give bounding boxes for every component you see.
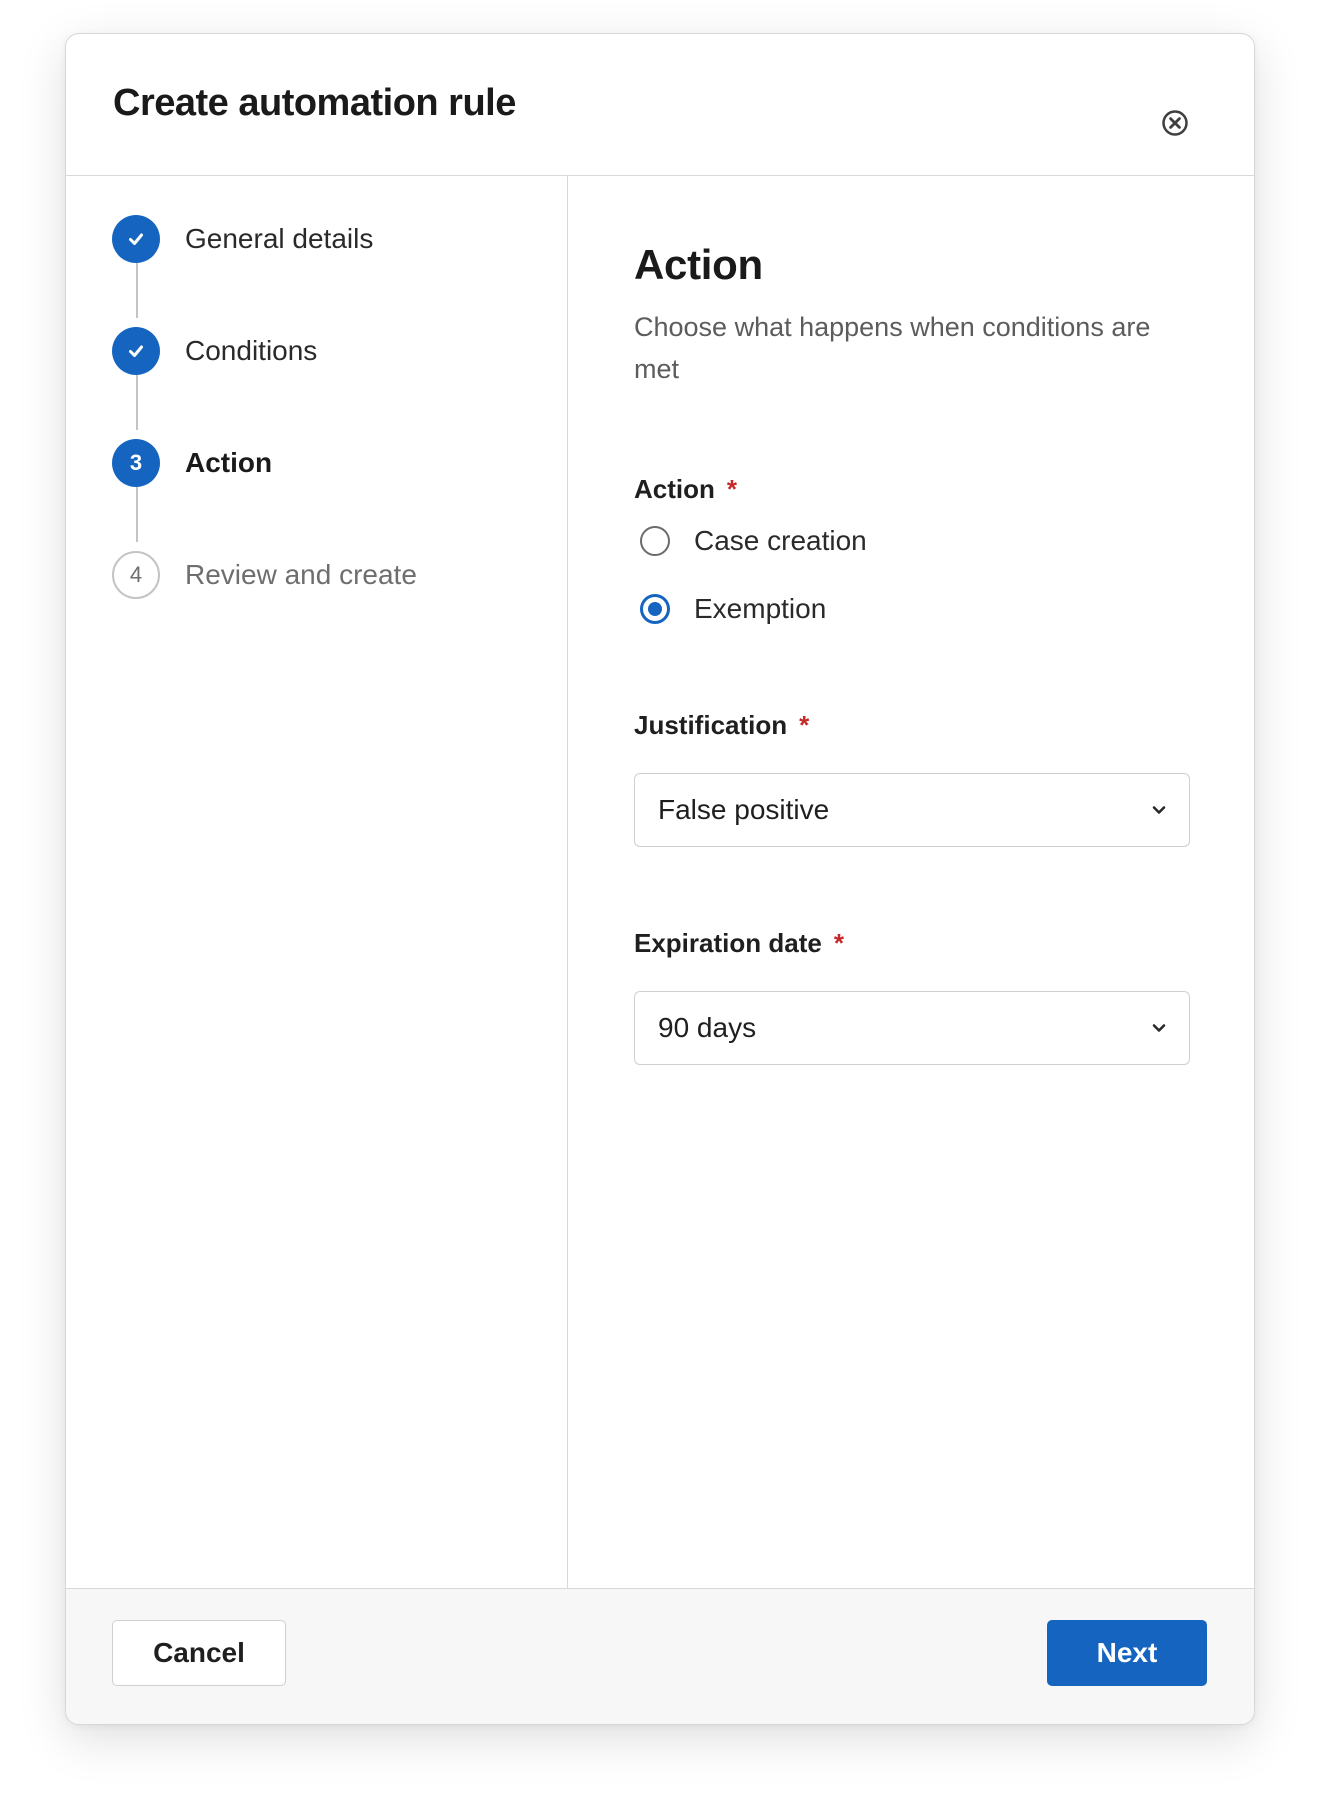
- step-label: Action: [185, 447, 273, 478]
- step-label: Conditions: [185, 335, 318, 366]
- field-label-text: Expiration date: [634, 928, 822, 958]
- create-rule-modal: Create automation rule General details C…: [65, 33, 1255, 1725]
- step-number-badge: 3: [112, 439, 160, 487]
- modal-body: General details Conditions 3 Action 4 Re…: [66, 176, 1254, 1588]
- expiration-value: 90 days: [658, 1012, 757, 1043]
- action-field-label: Action *: [634, 474, 737, 505]
- close-button[interactable]: [1160, 108, 1190, 138]
- step-label: General details: [185, 223, 374, 254]
- expiration-select[interactable]: 90 days: [634, 991, 1190, 1065]
- radio-selected-dot: [648, 602, 662, 616]
- step-review-and-create: 4 Review and create: [112, 550, 417, 600]
- check-icon: [129, 345, 143, 357]
- radio-button-checked[interactable]: [640, 594, 670, 624]
- step-number-badge: 4: [112, 551, 160, 599]
- field-label-text: Action: [634, 474, 715, 504]
- step-complete-marker: [112, 327, 160, 375]
- expiration-field-label: Expiration date *: [634, 928, 844, 959]
- next-button[interactable]: Next: [1047, 1620, 1207, 1686]
- justification-value: False positive: [658, 794, 830, 825]
- modal-title: Create automation rule: [113, 82, 516, 124]
- cancel-button[interactable]: Cancel: [112, 1620, 286, 1686]
- required-mark: *: [833, 928, 844, 958]
- step-label: Review and create: [185, 559, 417, 590]
- required-mark: *: [726, 474, 738, 504]
- chevron-down-icon: [1152, 1024, 1166, 1032]
- radio-label: Case creation: [694, 525, 867, 556]
- step-number: 3: [129, 450, 143, 475]
- step-number: 4: [129, 562, 143, 587]
- justification-select[interactable]: False positive: [634, 773, 1190, 847]
- justification-field-label: Justification *: [634, 710, 809, 741]
- modal-footer: Cancel Next: [66, 1588, 1254, 1724]
- close-circle-icon: [1162, 110, 1188, 136]
- required-mark: *: [799, 710, 810, 740]
- radio-exemption[interactable]: Exemption: [640, 593, 826, 625]
- radio-button-unchecked[interactable]: [640, 526, 670, 556]
- modal-header: Create automation rule: [66, 34, 1254, 176]
- step-action: 3 Action: [112, 438, 272, 488]
- step-conditions[interactable]: Conditions: [112, 326, 317, 376]
- stepper: General details Conditions 3 Action 4 Re…: [66, 176, 568, 1588]
- check-icon: [129, 233, 143, 245]
- chevron-down-icon: [1152, 806, 1166, 814]
- step-general-details[interactable]: General details: [112, 214, 373, 264]
- radio-case-creation[interactable]: Case creation: [640, 525, 867, 557]
- section-title: Action: [634, 241, 763, 288]
- step-complete-marker: [112, 215, 160, 263]
- action-form: Action Choose what happens when conditio…: [568, 176, 1254, 1588]
- radio-label: Exemption: [694, 593, 827, 624]
- field-label-text: Justification: [634, 710, 788, 740]
- section-subtitle: Choose what happens when conditions are …: [634, 312, 1151, 384]
